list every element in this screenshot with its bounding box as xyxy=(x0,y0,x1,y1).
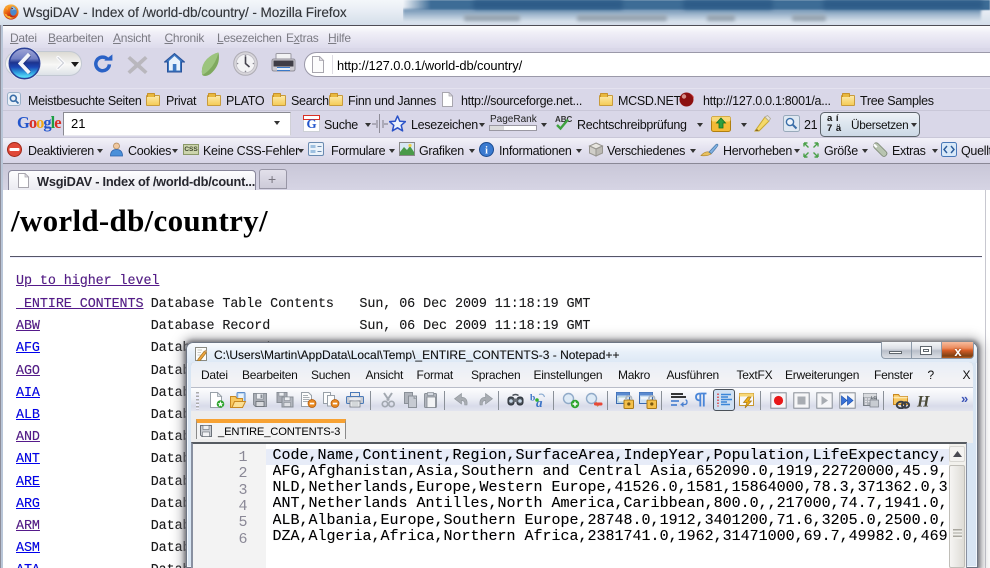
svg-text:b: b xyxy=(530,394,535,404)
svg-text:H: H xyxy=(916,394,930,410)
svg-text:G: G xyxy=(306,116,316,131)
svg-text:i: i xyxy=(485,146,488,157)
svg-text:LC: LC xyxy=(871,395,878,400)
svg-text:ABC: ABC xyxy=(555,115,572,124)
